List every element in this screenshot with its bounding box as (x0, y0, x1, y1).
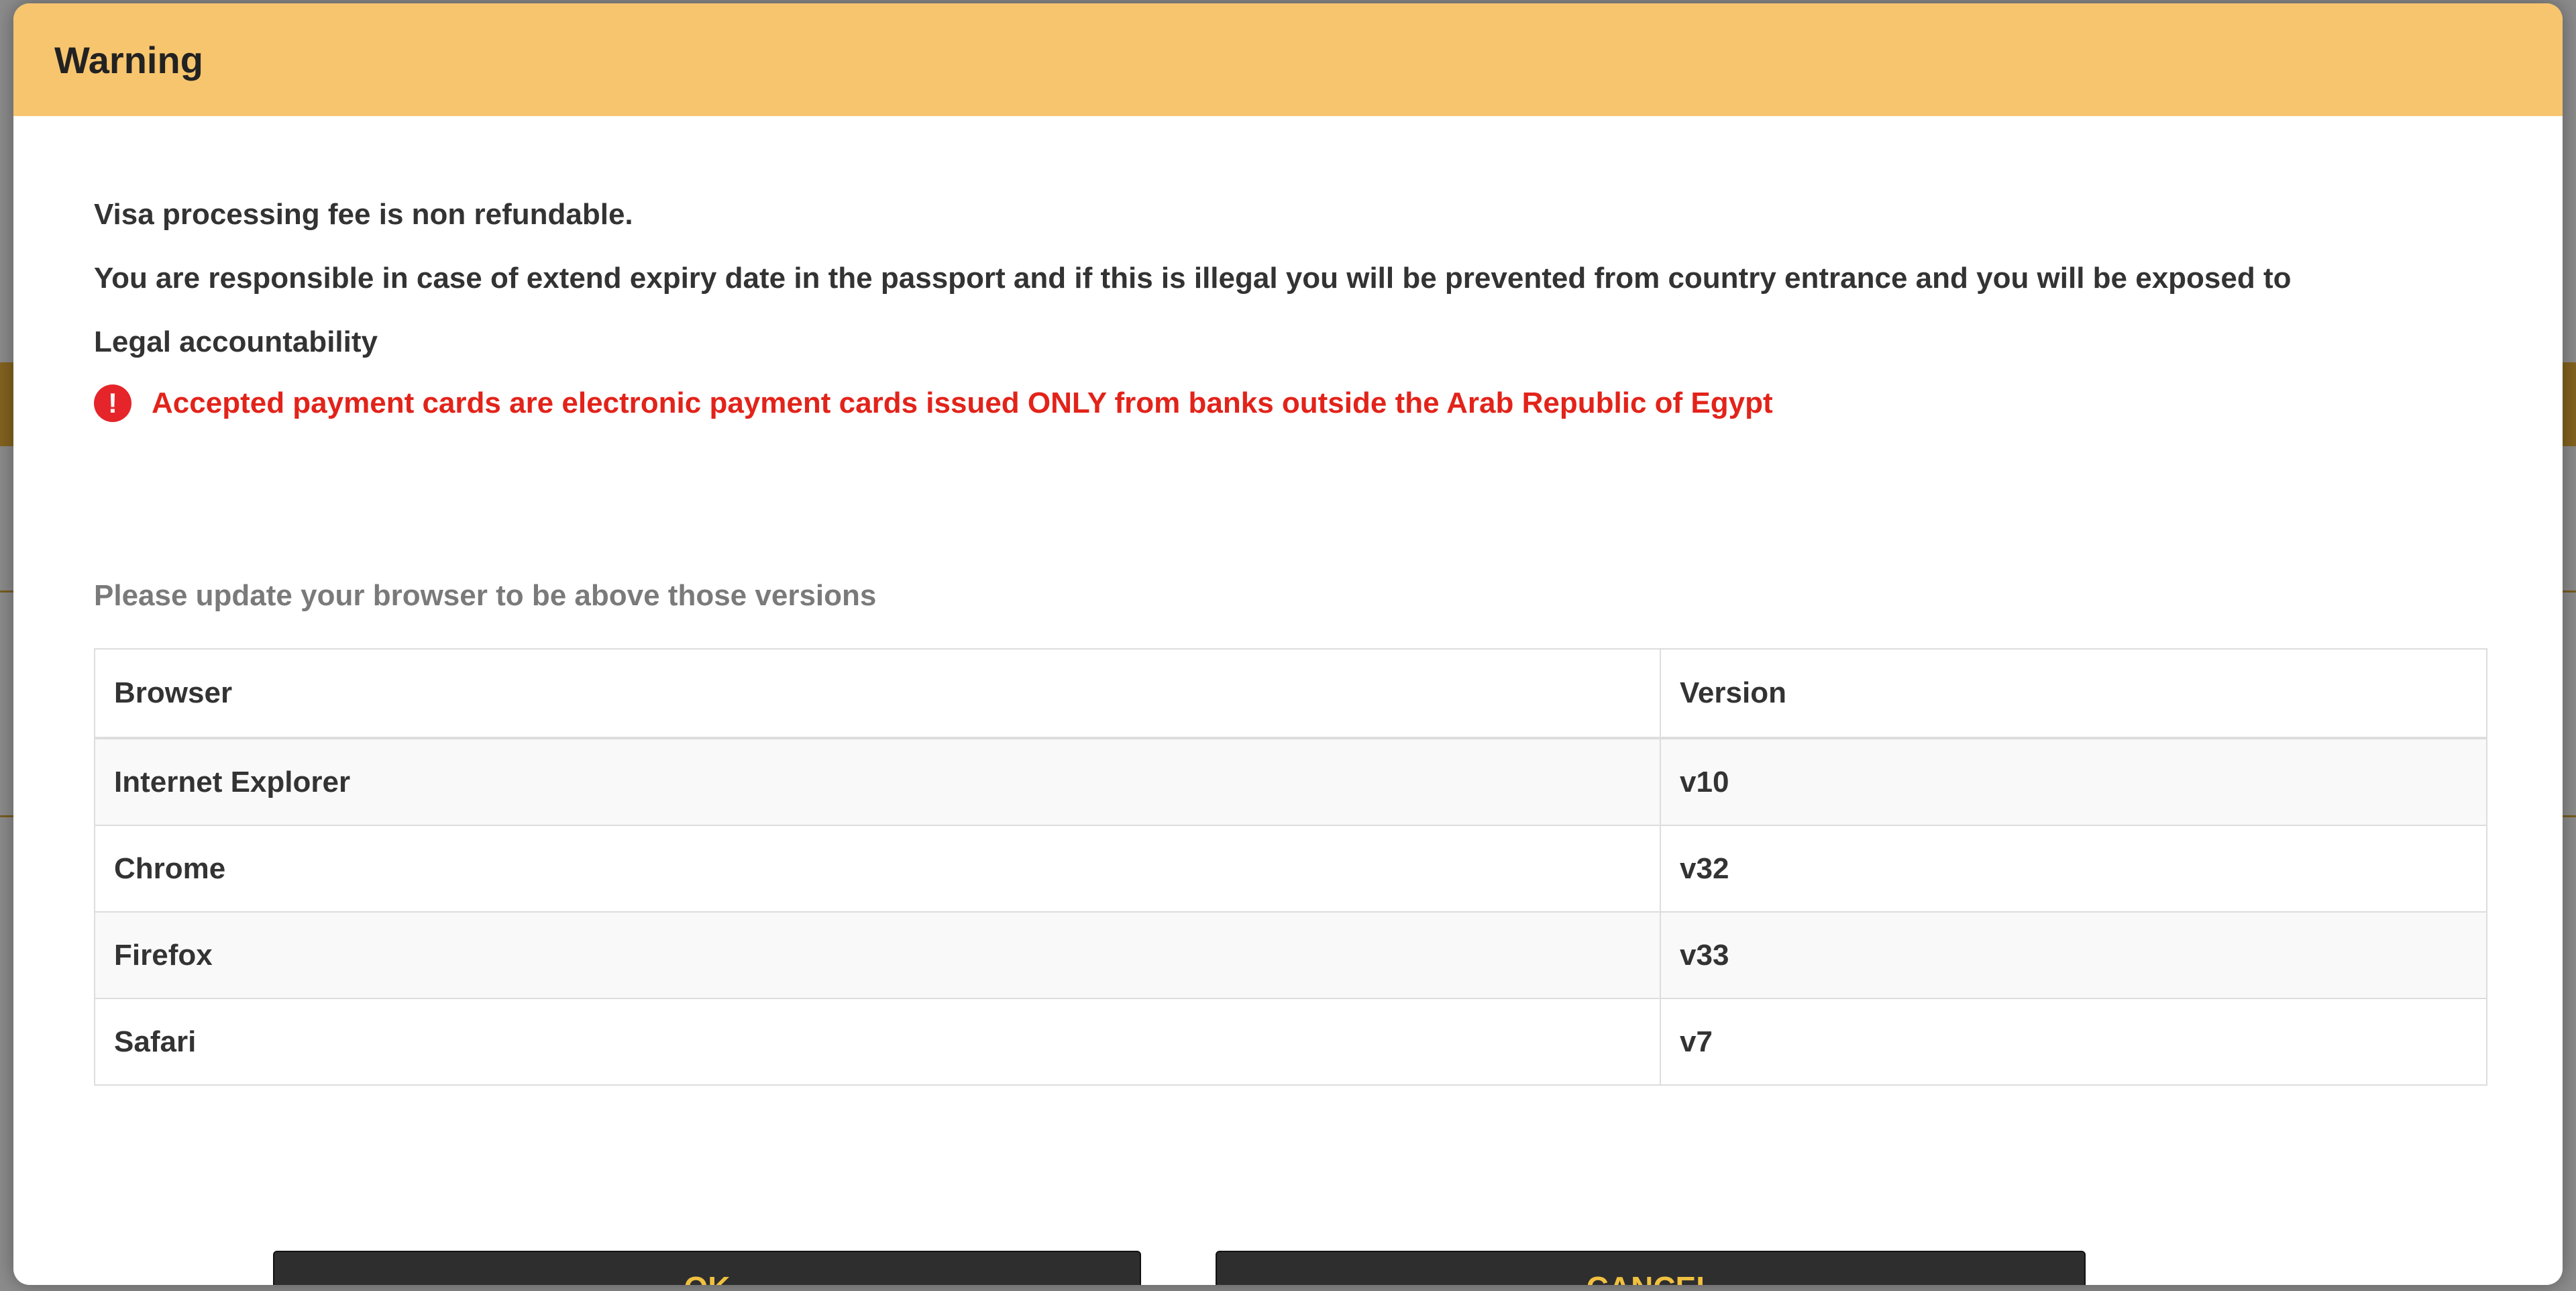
browser-version-cell: v32 (1660, 825, 2487, 913)
legal-message: Legal accountability (94, 325, 378, 358)
browser-versions-table: Browser Version Internet Explorer v10 Ch… (94, 648, 2487, 1086)
browser-version-cell: v10 (1660, 737, 2487, 826)
exclamation-circle-icon: ! (94, 384, 131, 422)
browser-name-cell: Internet Explorer (94, 737, 1661, 826)
dialog-header: Warning (13, 3, 2563, 116)
passport-message: You are responsible in case of extend ex… (94, 262, 2292, 295)
warning-dialog: Warning Visa processing fee is non refun… (13, 3, 2563, 1285)
dialog-title: Warning (54, 38, 203, 81)
browser-version-cell: v7 (1660, 998, 2487, 1086)
browser-version-cell: v33 (1660, 911, 2487, 999)
table-row: Internet Explorer v10 (94, 737, 2487, 826)
table-row: Chrome v32 (94, 825, 2487, 913)
fee-message: Visa processing fee is non refundable. (94, 198, 633, 231)
ok-button[interactable]: OK (273, 1251, 1141, 1285)
column-header-version: Version (1660, 648, 2487, 739)
payment-warning: ! Accepted payment cards are electronic … (94, 384, 1773, 422)
column-header-browser: Browser (94, 648, 1661, 739)
cancel-button[interactable]: CANCEL (1216, 1251, 2086, 1285)
browser-name-cell: Chrome (94, 825, 1661, 913)
browser-name-cell: Firefox (94, 911, 1661, 999)
table-row: Firefox v33 (94, 911, 2487, 999)
browser-update-note: Please update your browser to be above t… (94, 579, 877, 612)
table-row: Safari v7 (94, 998, 2487, 1086)
table-header-row: Browser Version (94, 648, 2487, 739)
browser-name-cell: Safari (94, 998, 1661, 1086)
payment-warning-text: Accepted payment cards are electronic pa… (152, 386, 1773, 419)
